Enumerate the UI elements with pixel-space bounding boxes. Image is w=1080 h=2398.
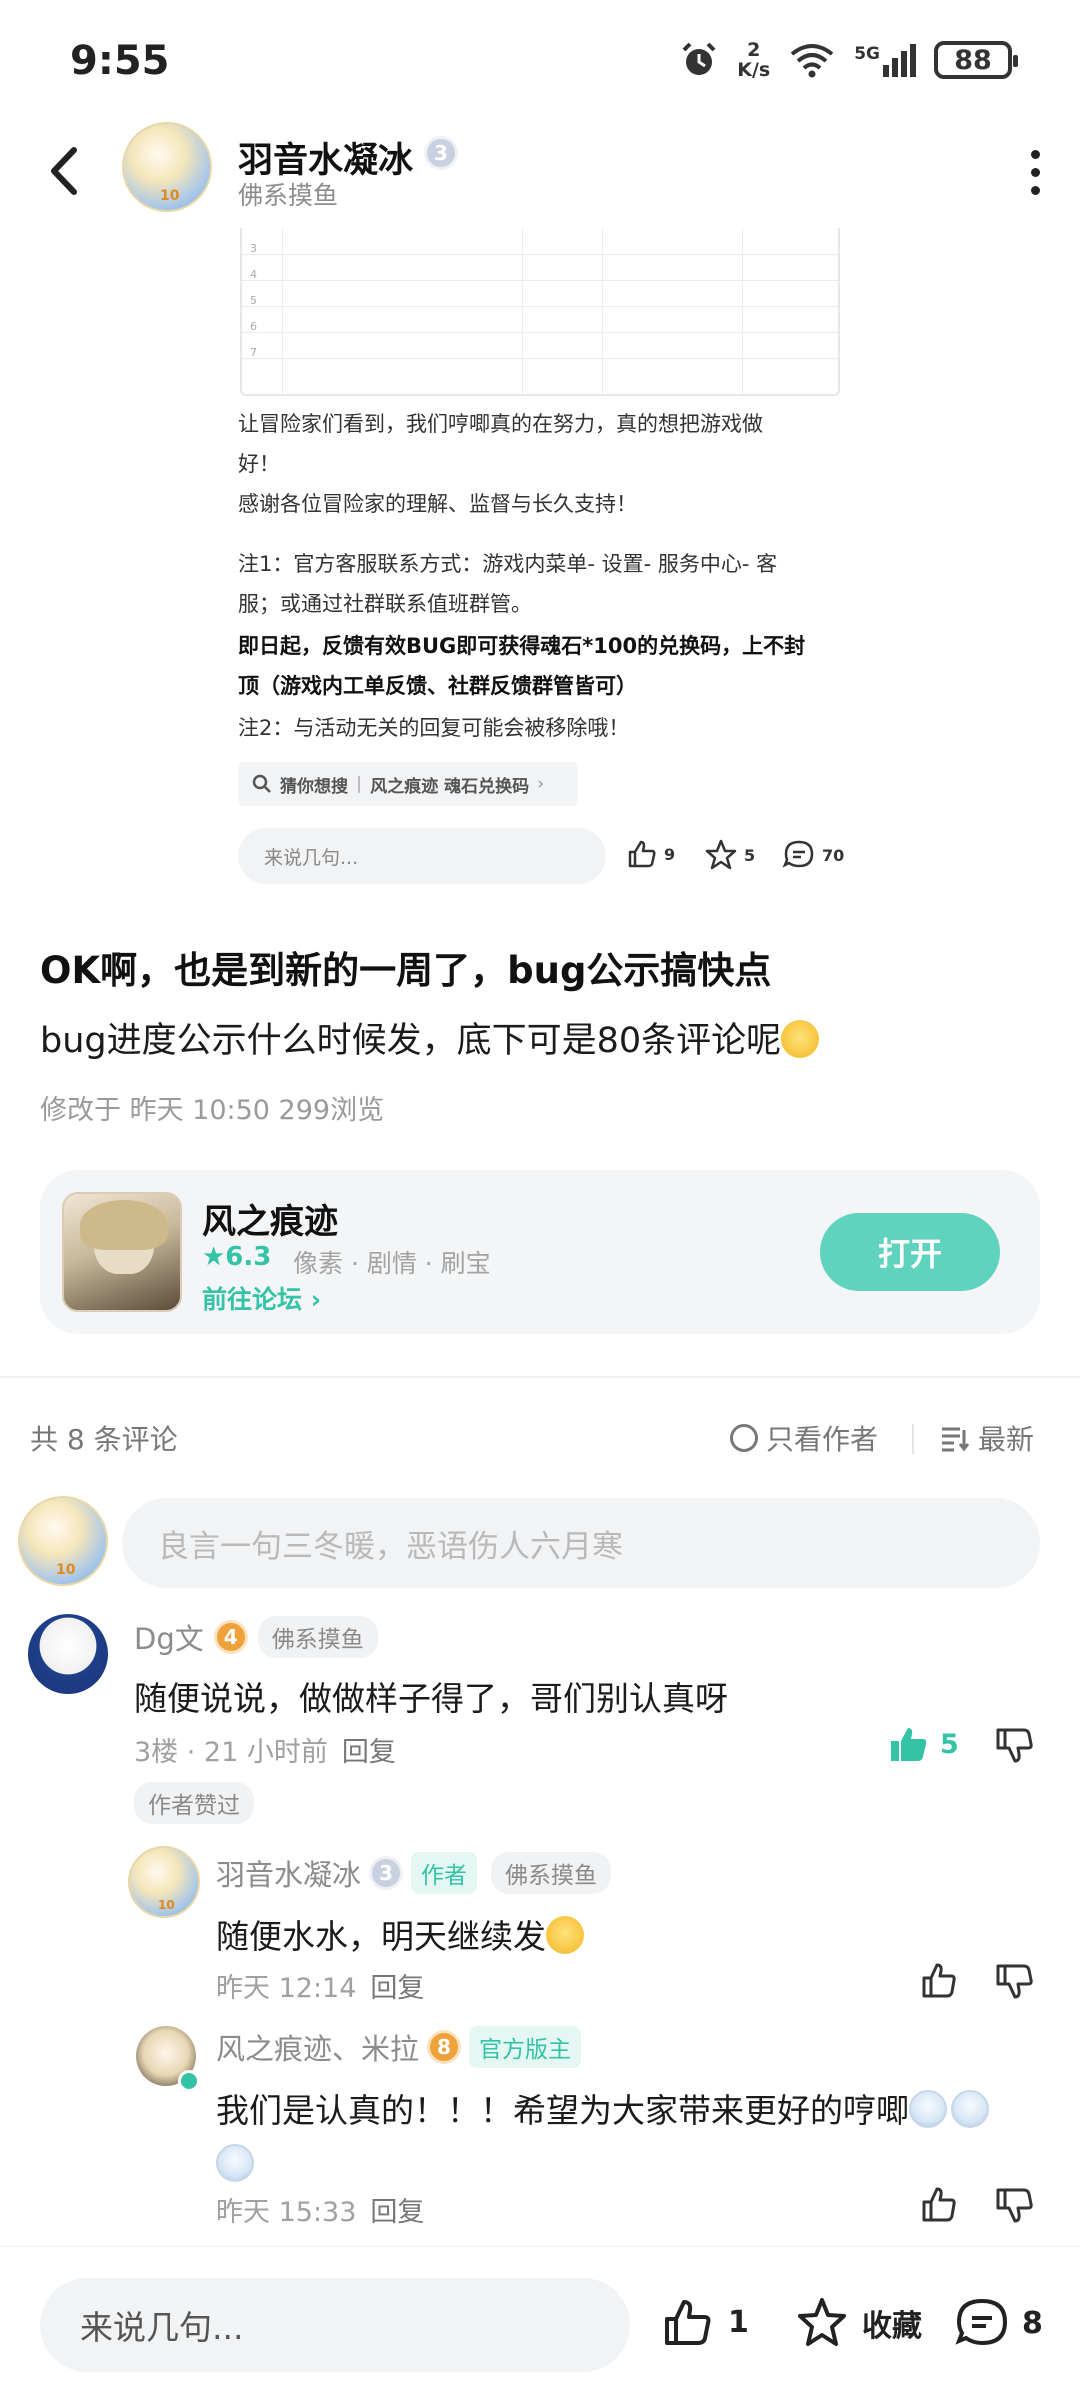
image-text-line: 服；或通过社群联系值班群管。 <box>238 592 532 616</box>
moderator-meta: 昨天 15:33 回复 <box>216 2197 425 2228</box>
image-text-line: 感谢各位冒险家的理解、监督与长久支持！ <box>238 492 637 516</box>
favorite-button[interactable]: 收藏 <box>794 2296 922 2350</box>
reply-button[interactable]: 回复 <box>342 1737 396 1768</box>
image-comment-input: 来说几句... <box>238 828 606 884</box>
crying-emoji-icon <box>951 2090 989 2128</box>
reply-level-badge: 3 <box>369 1856 404 1890</box>
post-body: bug进度公示什么时候发，底下可是80条评论呢 <box>40 1012 820 1063</box>
image-search-suggestion: 猜你想搜 | 风之痕迹 魂石兑换码 › <box>238 762 578 806</box>
comment-icon <box>955 2298 1008 2346</box>
author-level-badge: 3 <box>424 136 458 170</box>
image-text-line: 让冒险家们看到，我们哼唧真的在努力，真的想把游戏做 <box>238 412 763 436</box>
thumbs-down-icon[interactable] <box>994 1962 1034 2002</box>
image-fav-stat: 5 <box>704 838 755 872</box>
header-separator <box>912 1424 914 1454</box>
net-speed: 2 K/s <box>737 39 771 81</box>
moderator-text: 我们是认真的！！！希望为大家带来更好的哼唧 <box>216 2084 1046 2192</box>
section-divider <box>0 1376 1080 1378</box>
commenter-tag: 佛系摸鱼 <box>257 1616 378 1658</box>
emoji-icon <box>781 1020 820 1058</box>
author-avatar[interactable]: 10 <box>122 122 212 212</box>
commenter-level-badge: 4 <box>213 1620 248 1654</box>
thumbs-up-icon[interactable] <box>920 2184 960 2224</box>
thumbs-up-icon[interactable] <box>920 1960 960 2000</box>
radio-circle-icon <box>730 1424 758 1452</box>
comments-button[interactable]: 8 <box>954 2296 1043 2350</box>
author-liked-badge: 作者赞过 <box>134 1782 254 1824</box>
comment-icon <box>782 840 814 868</box>
author-role-tag: 作者 <box>411 1852 478 1894</box>
game-name: 风之痕迹 <box>202 1202 338 1242</box>
moderator-level-badge: 8 <box>427 2030 462 2064</box>
crying-emoji-icon <box>909 2090 947 2128</box>
thumbs-down-icon[interactable] <box>994 2186 1034 2226</box>
alarm-icon <box>682 42 716 75</box>
game-rating: ★6.3 <box>202 1242 272 1272</box>
sort-icon <box>942 1427 970 1452</box>
forum-link[interactable]: 前往论坛 › <box>202 1280 321 1316</box>
like-button[interactable]: 1 <box>662 2296 749 2348</box>
image-text-line: 注1：官方客服联系方式：游戏内菜单- 设置- 服务中心- 客 <box>238 552 778 576</box>
sort-toggle[interactable]: 最新 <box>940 1418 1034 1458</box>
commenter-avatar[interactable] <box>28 1614 108 1694</box>
status-time: 9:55 <box>70 38 170 84</box>
official-moderator-tag: 官方版主 <box>469 2026 582 2068</box>
moderator-name[interactable]: 风之痕迹、米拉 <box>216 2026 419 2068</box>
post-title: OK啊，也是到新的一周了，bug公示搞快点 <box>40 949 772 992</box>
back-arrow-icon[interactable] <box>46 146 80 196</box>
reply-avatar[interactable]: 10 <box>128 1846 200 1918</box>
comment-header: Dg文 4 佛系摸鱼 <box>134 1616 378 1658</box>
status-icons: 2 K/s 5G 88 <box>679 39 1018 81</box>
verified-badge-icon <box>178 2070 200 2092</box>
comment-meta: 3楼 · 21 小时前 回复 <box>134 1737 396 1768</box>
star-icon <box>798 2298 846 2346</box>
comment-count: 共 8 条评论 <box>30 1423 178 1456</box>
star-icon <box>705 839 737 870</box>
game-tags: 像素 · 剧情 · 刷宝 <box>293 1249 491 1278</box>
battery-indicator: 88 <box>934 41 1018 79</box>
comment-like[interactable]: 5 <box>888 1724 959 1764</box>
comment-text: 随便说说，做做样子得了，哥们别认真呀 <box>134 1679 728 1718</box>
game-icon <box>62 1192 182 1312</box>
thumbs-up-icon <box>628 840 656 868</box>
bottom-comment-input[interactable]: 来说几句... <box>40 2278 630 2372</box>
spreadsheet-fragment: 3 4 5 6 7 <box>240 228 840 396</box>
crying-emoji-icon <box>216 2144 254 2182</box>
reply-header: 羽音水凝冰 3 作者 佛系摸鱼 <box>216 1852 612 1894</box>
image-text-line-bold: 即日起，反馈有效BUG即可获得魂石*100的兑换码，上不封 <box>238 634 806 658</box>
open-game-button[interactable]: 打开 <box>820 1213 1000 1291</box>
comment-input[interactable]: 良言一句三冬暖，恶语伤人六月寒 <box>122 1498 1040 1588</box>
my-avatar: 10 <box>18 1496 108 1586</box>
signal-5g-icon: 5G <box>854 43 916 77</box>
reply-button[interactable]: 回复 <box>370 1973 424 2004</box>
search-icon <box>252 774 271 793</box>
image-text-line-bold: 顶（游戏内工单反馈、社群反馈群管皆可） <box>238 674 637 698</box>
thumbs-up-icon <box>665 2300 711 2345</box>
reply-text: 随便水水，明天继续发 <box>216 1910 584 1958</box>
thumbs-up-filled-icon <box>891 1728 927 1761</box>
post-meta: 修改于 昨天 10:50 299浏览 <box>40 1095 385 1126</box>
author-only-toggle[interactable]: 只看作者 <box>730 1418 878 1458</box>
commenter-name[interactable]: Dg文 <box>134 1616 204 1658</box>
image-like-stat: 9 <box>626 838 675 870</box>
more-options-icon[interactable] <box>1030 150 1040 195</box>
thumbs-down-icon[interactable] <box>994 1726 1034 1766</box>
emoji-icon <box>546 1916 584 1954</box>
reply-author-name[interactable]: 羽音水凝冰 <box>216 1852 361 1894</box>
moderator-header: 风之痕迹、米拉 8 官方版主 <box>216 2026 582 2068</box>
reply-tag: 佛系摸鱼 <box>491 1852 612 1894</box>
image-text-line: 好！ <box>238 452 280 476</box>
image-text-line: 注2：与活动无关的回复可能会被移除哦！ <box>238 716 630 740</box>
wifi-icon <box>790 44 834 78</box>
reply-meta: 昨天 12:14 回复 <box>216 1973 425 2004</box>
reply-button[interactable]: 回复 <box>370 2197 424 2228</box>
image-comment-stat: 70 <box>782 838 844 872</box>
author-subtitle: 佛系摸鱼 <box>238 181 339 210</box>
